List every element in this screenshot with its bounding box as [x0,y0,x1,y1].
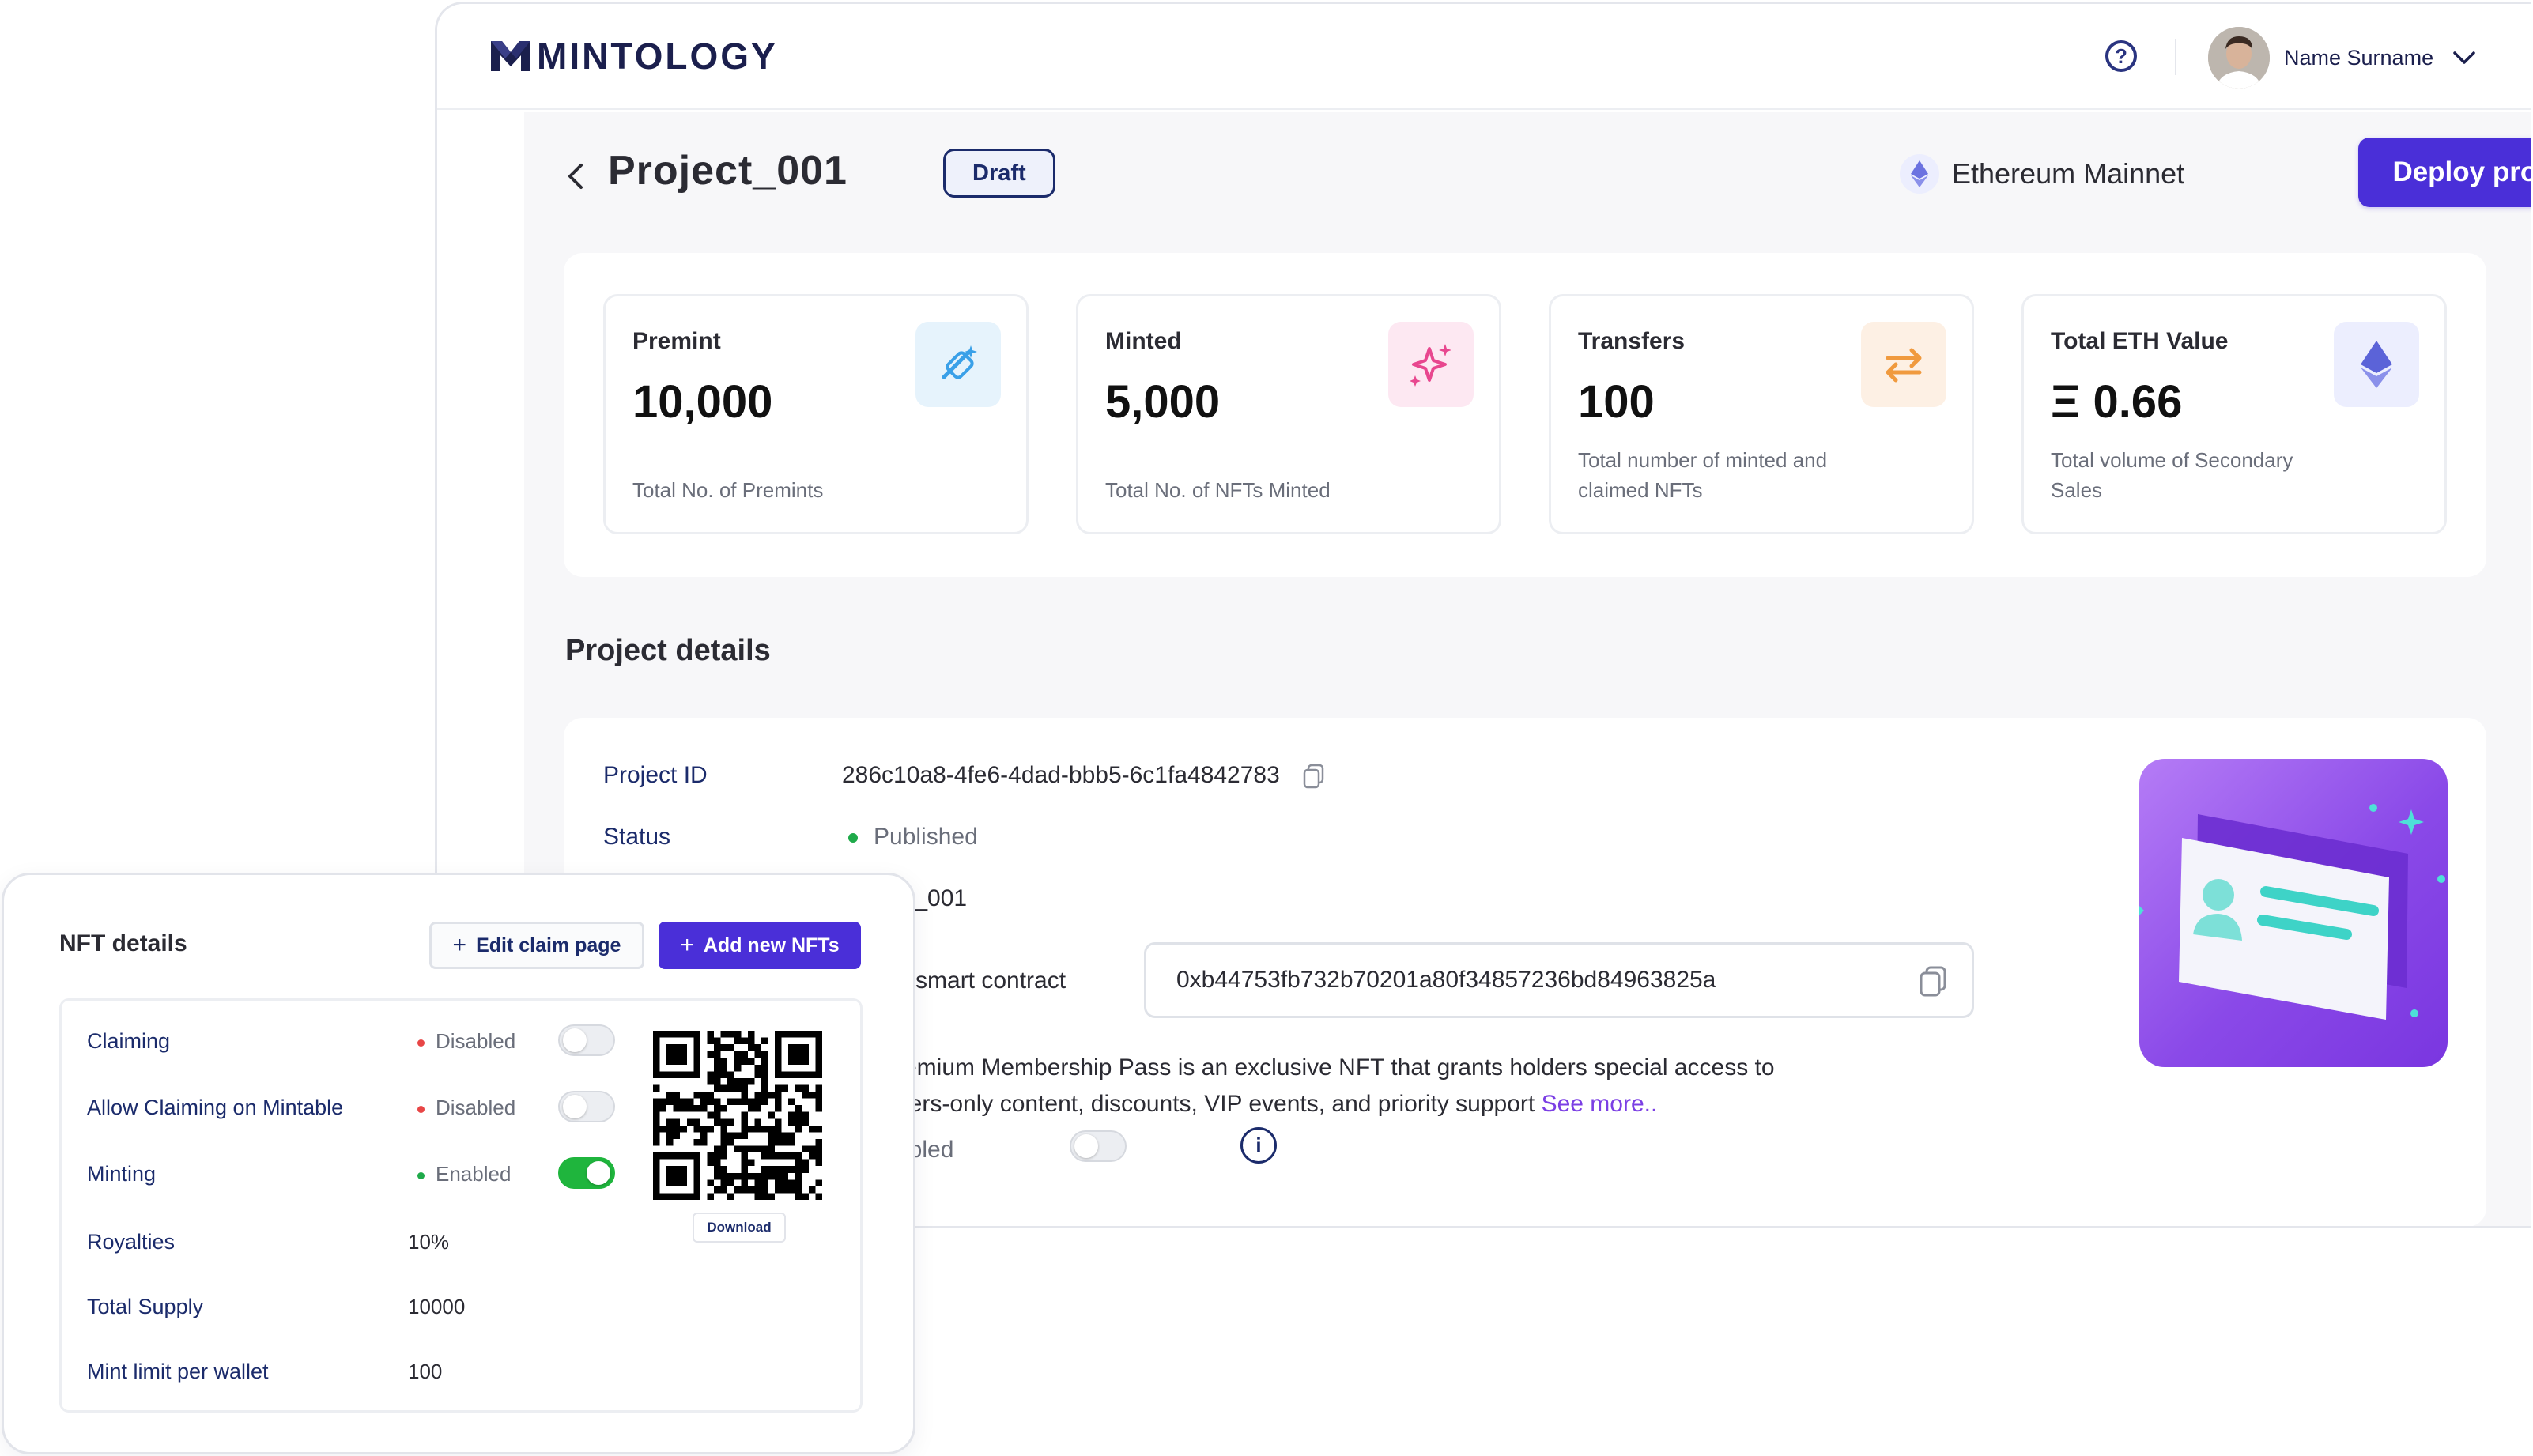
page-title: Project_001 [608,148,847,194]
transfer-arrows-icon [1861,322,1946,407]
chevron-down-icon [2453,51,2475,64]
nft-details-panel: NFT details + Edit claim page + Add new … [2,873,915,1454]
status-text: Published [874,824,978,850]
status-label: Status [603,824,671,850]
claiming-toggle[interactable] [558,1024,615,1056]
help-icon[interactable]: ? [2105,40,2137,72]
project-id-label: Project ID [603,762,708,788]
stat-value: 100 [1578,376,1655,428]
status-badge: Draft [943,149,1055,198]
qr-code [653,1031,822,1200]
allow-claiming-toggle[interactable] [558,1091,615,1122]
claiming-status: Disabled [417,1029,515,1054]
claiming-status-text: Disabled [436,1029,516,1053]
logo[interactable]: MINTOLOGY [488,36,778,77]
stat-card-minted: Minted 5,000 Total No. of NFTs Minted [1076,294,1501,534]
stat-card-premint: Premint 10,000 Total No. of Premints [603,294,1029,534]
stat-title: Minted [1105,328,1182,354]
status-dot [417,1039,425,1047]
stat-value: 10,000 [632,376,773,428]
info-icon[interactable]: i [1240,1127,1277,1164]
stats-panel: Premint 10,000 Total No. of Premints Min… [564,253,2486,577]
edit-claim-label: Edit claim page [476,934,621,956]
copy-icon[interactable] [1918,965,1948,998]
stat-description: Total No. of Premints [632,478,824,502]
download-qr-button[interactable]: Download [693,1213,786,1243]
mintology-logo-mark [491,41,530,71]
smart-contract-label: d smart contract [896,968,1066,994]
allow-claiming-label: Allow Claiming on Mintable [87,1096,344,1119]
deploy-project-button[interactable]: Deploy project [2358,138,2531,207]
plus-icon: + [452,932,467,958]
stat-description: Total volume of Secondary Sales [2051,448,2293,502]
contract-address-text: 0xb44753fb732b70201a80f34857236bd8496382… [1176,967,1716,993]
membership-card-illustration [2139,759,2448,1067]
user-menu[interactable]: Name Surname [2208,27,2476,89]
smart-contract-address-field[interactable]: 0xb44753fb732b70201a80f34857236bd8496382… [1144,942,1974,1018]
add-new-nfts-button[interactable]: + Add new NFTs [659,922,861,969]
description-line-2: bers-only content, discounts, VIP events… [896,1091,1535,1117]
project-id-text: 286c10a8-4fe6-4dad-bbb5-6c1fa4842783 [842,762,1280,788]
minting-toggle[interactable] [558,1157,615,1189]
enabled-toggle[interactable] [1070,1130,1127,1162]
minting-label: Minting [87,1162,157,1186]
description-line-2-wrap: bers-only content, discounts, VIP events… [896,1086,1923,1122]
copy-icon[interactable] [1302,764,1326,789]
project-description: remium Membership Pass is an exclusive N… [896,1050,1923,1122]
mint-limit-value: 100 [408,1360,443,1383]
topbar-divider [2175,39,2176,75]
mint-limit-label: Mint limit per wallet [87,1360,269,1383]
minting-status: Enabled [417,1162,511,1186]
allow-claiming-status-text: Disabled [436,1096,516,1119]
nft-settings-box: Claiming Disabled Allow Claiming on Mint… [59,998,863,1413]
network-selector[interactable]: Ethereum Mainnet [1900,149,2184,199]
plus-icon: + [680,932,694,958]
status-value: Published [848,824,978,851]
brand-name: MINTOLOGY [537,36,778,77]
royalties-label: Royalties [87,1230,176,1254]
edit-claim-page-button[interactable]: + Edit claim page [429,922,644,969]
sparkles-icon [1388,322,1474,407]
stat-value: 5,000 [1105,376,1221,428]
user-name: Name Surname [2284,45,2434,70]
stat-description: Total number of minted and claimed NFTs [1578,448,1828,502]
stat-card-transfers: Transfers 100 Total number of minted and… [1549,294,1974,534]
section-title: Project details [565,634,771,667]
project-id-value: 286c10a8-4fe6-4dad-bbb5-6c1fa4842783 [842,762,1326,789]
ethereum-icon [1900,154,1939,194]
see-more-link[interactable]: See more.. [1542,1091,1658,1117]
minting-status-text: Enabled [436,1162,512,1186]
back-arrow-icon[interactable] [564,157,595,196]
total-supply-label: Total Supply [87,1295,204,1318]
magic-wand-icon [915,322,1001,407]
claiming-label: Claiming [87,1029,171,1053]
status-dot [417,1105,425,1113]
stat-card-eth-value: Total ETH Value Ξ 0.66 Total volume of S… [2021,294,2447,534]
stat-value: Ξ 0.66 [2051,376,2183,428]
avatar [2208,27,2270,89]
status-dot [848,833,858,843]
top-bar: MINTOLOGY ? Name Surname [437,4,2531,110]
stat-title: Total ETH Value [2051,328,2229,354]
allow-claiming-status: Disabled [417,1096,515,1120]
network-label: Ethereum Mainnet [1952,157,2185,190]
page-header: Project_001 Draft Ethereum Mainnet Deplo… [564,138,2531,217]
ethereum-icon [2334,322,2419,407]
total-supply-value: 10000 [408,1295,466,1318]
nft-details-title: NFT details [59,930,187,956]
stat-description: Total No. of NFTs Minted [1105,478,1331,502]
status-dot [417,1171,425,1179]
stat-title: Transfers [1578,328,1686,354]
royalties-value: 10% [408,1230,450,1254]
description-line-1: remium Membership Pass is an exclusive N… [896,1054,1775,1081]
stat-title: Premint [632,328,721,354]
add-nft-label: Add new NFTs [703,934,840,956]
